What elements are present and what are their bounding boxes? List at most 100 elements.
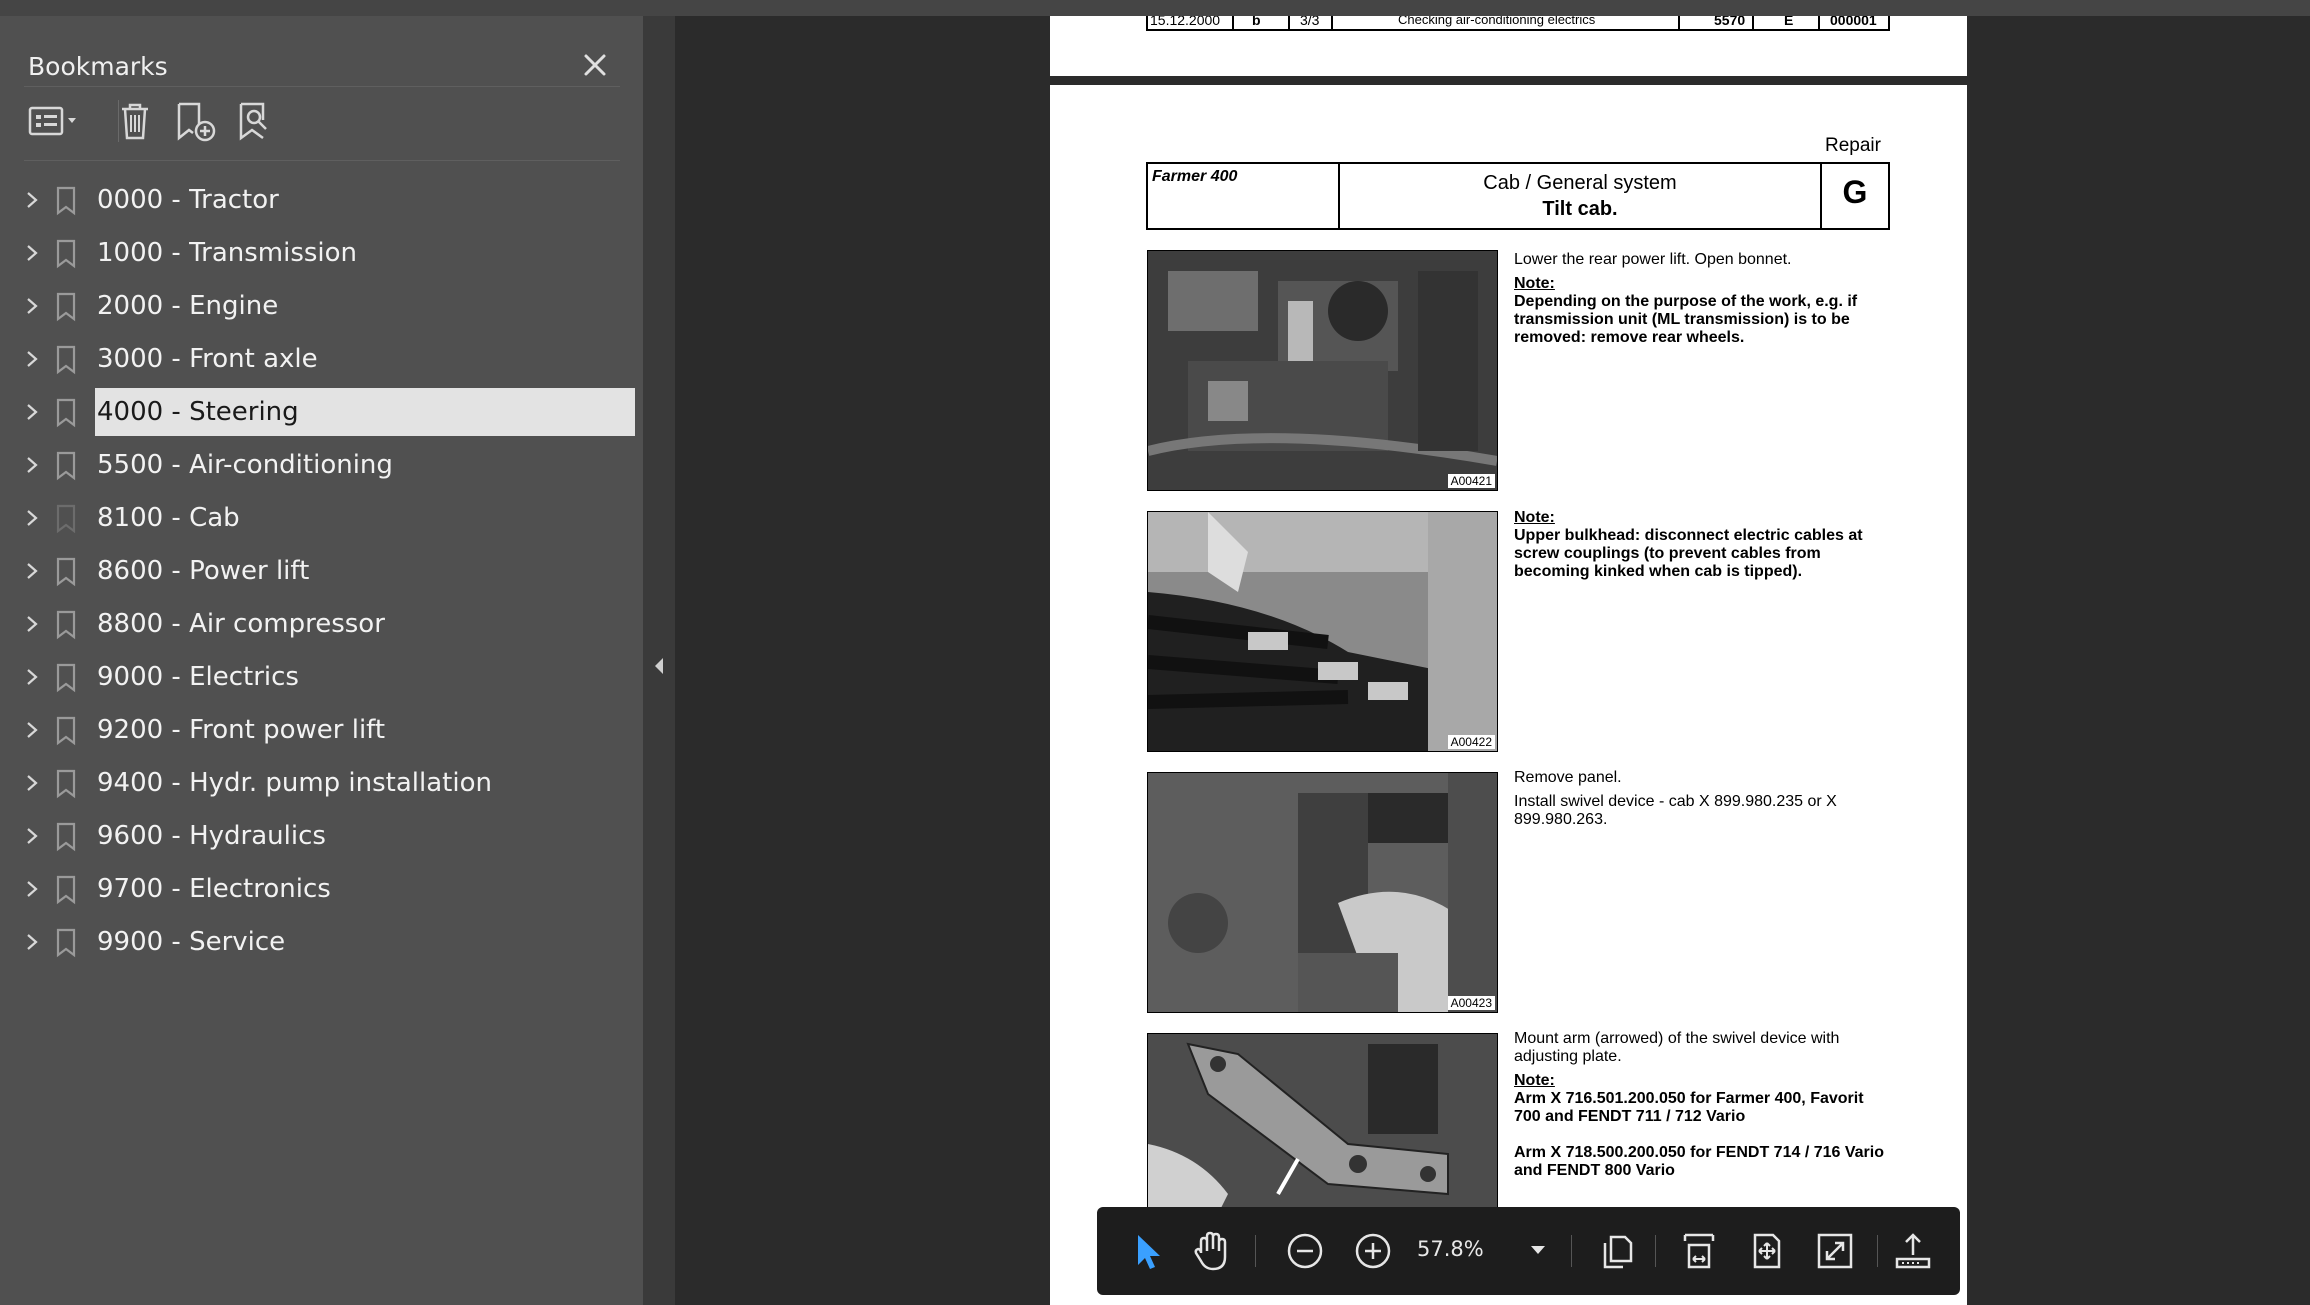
bookmark-item[interactable]: 8100 - Cab bbox=[0, 494, 643, 542]
divider bbox=[24, 86, 620, 87]
bookmark-icon bbox=[56, 822, 76, 852]
bookmark-icon bbox=[56, 186, 76, 216]
bookmark-item[interactable]: 5500 - Air-conditioning bbox=[0, 441, 643, 489]
bookmark-item-selected[interactable]: 4000 - Steering bbox=[0, 388, 643, 436]
chevron-right-icon[interactable] bbox=[24, 879, 40, 899]
bookmark-item[interactable]: 9000 - Electrics bbox=[0, 653, 643, 701]
note-label: Note: bbox=[1514, 509, 1555, 526]
chevron-right-icon[interactable] bbox=[24, 190, 40, 210]
bookmark-icon bbox=[56, 769, 76, 799]
bookmark-label: 2000 - Engine bbox=[97, 291, 279, 321]
note-text: Arm X 716.501.200.050 for Farmer 400, Fa… bbox=[1514, 1090, 1864, 1125]
toolbar-divider bbox=[1255, 1235, 1256, 1267]
zoom-level[interactable]: 57.8% bbox=[1417, 1237, 1484, 1261]
bookmark-label: 9000 - Electrics bbox=[97, 662, 299, 692]
add-bookmark-icon[interactable] bbox=[174, 100, 218, 142]
chevron-right-icon[interactable] bbox=[24, 296, 40, 316]
chevron-down-icon[interactable] bbox=[1529, 1243, 1547, 1257]
bookmark-icon bbox=[56, 398, 76, 428]
full-screen-icon[interactable] bbox=[1809, 1225, 1861, 1277]
bookmark-icon bbox=[56, 292, 76, 322]
step-instruction: Mount arm (arrowed) of the swivel device… bbox=[1514, 1030, 1840, 1065]
chevron-right-icon[interactable] bbox=[24, 561, 40, 581]
bookmark-label: 8600 - Power lift bbox=[97, 556, 310, 586]
bookmark-label: 5500 - Air-conditioning bbox=[97, 450, 393, 480]
find-bookmark-icon[interactable] bbox=[236, 100, 276, 142]
collapse-panel-handle[interactable] bbox=[643, 16, 675, 1305]
hand-tool-icon[interactable] bbox=[1185, 1225, 1237, 1277]
bookmark-options-icon[interactable] bbox=[28, 100, 84, 142]
fit-page-icon[interactable] bbox=[1741, 1225, 1793, 1277]
chevron-right-icon[interactable] bbox=[24, 667, 40, 687]
fit-width-icon[interactable] bbox=[1673, 1225, 1725, 1277]
footer-doc-no: 000001 bbox=[1830, 16, 1877, 28]
swivel-arm-photo bbox=[1147, 1033, 1498, 1235]
bookmark-label: 8100 - Cab bbox=[97, 503, 240, 533]
note-text-2: Arm X 718.500.200.050 for FENDT 714 / 71… bbox=[1514, 1144, 1884, 1179]
close-icon[interactable] bbox=[578, 48, 612, 82]
step-instruction-2: Install swivel device - cab X 899.980.23… bbox=[1514, 793, 1837, 828]
bookmark-icon bbox=[56, 557, 76, 587]
footer-control: 5570 bbox=[1714, 16, 1746, 28]
bookmark-item[interactable]: 9700 - Electronics bbox=[0, 865, 643, 913]
bookmark-item[interactable]: 9200 - Front power lift bbox=[0, 706, 643, 754]
chevron-right-icon[interactable] bbox=[24, 614, 40, 634]
chevron-right-icon[interactable] bbox=[24, 349, 40, 369]
panel-photo: A00423 bbox=[1147, 772, 1498, 1013]
viewer-toolbar: 57.8% bbox=[1097, 1207, 1960, 1295]
chevron-right-icon[interactable] bbox=[24, 773, 40, 793]
page-header-table: Farmer 400 Cab / General system Tilt cab… bbox=[1146, 162, 1890, 230]
bookmark-item[interactable]: 0000 - Tractor bbox=[0, 176, 643, 224]
bookmark-item[interactable]: 2000 - Engine bbox=[0, 282, 643, 330]
document-page: Repair Farmer 400 Cab / General system T… bbox=[1050, 85, 1967, 1305]
bookmark-item[interactable]: 1000 - Transmission bbox=[0, 229, 643, 277]
bookmark-label: 9200 - Front power lift bbox=[97, 715, 386, 745]
image-code: A00423 bbox=[1447, 996, 1495, 1010]
cable-couplings-photo: A00422 bbox=[1147, 511, 1498, 752]
note-text: Upper bulkhead: disconnect electric cabl… bbox=[1514, 527, 1863, 580]
window-top-strip bbox=[0, 0, 2310, 16]
section-label: Repair bbox=[1825, 135, 1881, 156]
delete-bookmark-icon[interactable] bbox=[118, 100, 152, 142]
bookmark-item[interactable]: 9600 - Hydraulics bbox=[0, 812, 643, 860]
chevron-right-icon[interactable] bbox=[24, 455, 40, 475]
bookmark-label: 9600 - Hydraulics bbox=[97, 821, 326, 851]
header-title: Cab / General system bbox=[1483, 172, 1677, 194]
chevron-right-icon[interactable] bbox=[24, 826, 40, 846]
previous-page: 15.12.2000 b 3/3 Checking air-conditioni… bbox=[1050, 16, 1967, 76]
bookmark-icon bbox=[56, 875, 76, 905]
step-text: Lower the rear power lift. Open bonnet. … bbox=[1514, 251, 1894, 347]
bookmarks-panel: Bookmarks 0000 - Tractor 1000 - Transmis… bbox=[0, 16, 643, 1305]
page-view-icon[interactable] bbox=[1591, 1225, 1643, 1277]
bookmark-item[interactable]: 9400 - Hydr. pump installation bbox=[0, 759, 643, 807]
step-text: Mount arm (arrowed) of the swivel device… bbox=[1514, 1030, 1894, 1180]
chevron-right-icon[interactable] bbox=[24, 402, 40, 422]
bookmark-label: 0000 - Tractor bbox=[97, 185, 279, 215]
note-label: Note: bbox=[1514, 275, 1555, 292]
bookmark-label: 9400 - Hydr. pump installation bbox=[97, 768, 492, 798]
toolbar-divider bbox=[1571, 1235, 1572, 1267]
select-pointer-icon[interactable] bbox=[1121, 1225, 1173, 1277]
image-code: A00421 bbox=[1447, 474, 1495, 488]
share-export-icon[interactable] bbox=[1887, 1225, 1939, 1277]
bookmark-item[interactable]: 8800 - Air compressor bbox=[0, 600, 643, 648]
document-viewport[interactable]: 15.12.2000 b 3/3 Checking air-conditioni… bbox=[675, 16, 2310, 1305]
bookmark-icon bbox=[56, 345, 76, 375]
chevron-right-icon[interactable] bbox=[24, 720, 40, 740]
zoom-in-icon[interactable] bbox=[1347, 1225, 1399, 1277]
image-code: A00422 bbox=[1447, 735, 1495, 749]
bookmark-item[interactable]: 3000 - Front axle bbox=[0, 335, 643, 383]
bookmark-item[interactable]: 9900 - Service bbox=[0, 918, 643, 966]
bookmark-item[interactable]: 8600 - Power lift bbox=[0, 547, 643, 595]
step-instruction: Lower the rear power lift. Open bonnet. bbox=[1514, 251, 1792, 268]
zoom-out-icon[interactable] bbox=[1279, 1225, 1331, 1277]
chevron-right-icon[interactable] bbox=[24, 932, 40, 952]
bookmark-icon bbox=[56, 928, 76, 958]
chevron-right-icon[interactable] bbox=[24, 243, 40, 263]
panel-title: Bookmarks bbox=[28, 52, 168, 81]
bookmark-icon bbox=[56, 504, 76, 534]
caret-left-icon[interactable] bbox=[653, 656, 665, 676]
bookmark-label: 1000 - Transmission bbox=[97, 238, 358, 268]
group-letter: G bbox=[1842, 174, 1868, 210]
chevron-right-icon[interactable] bbox=[24, 508, 40, 528]
